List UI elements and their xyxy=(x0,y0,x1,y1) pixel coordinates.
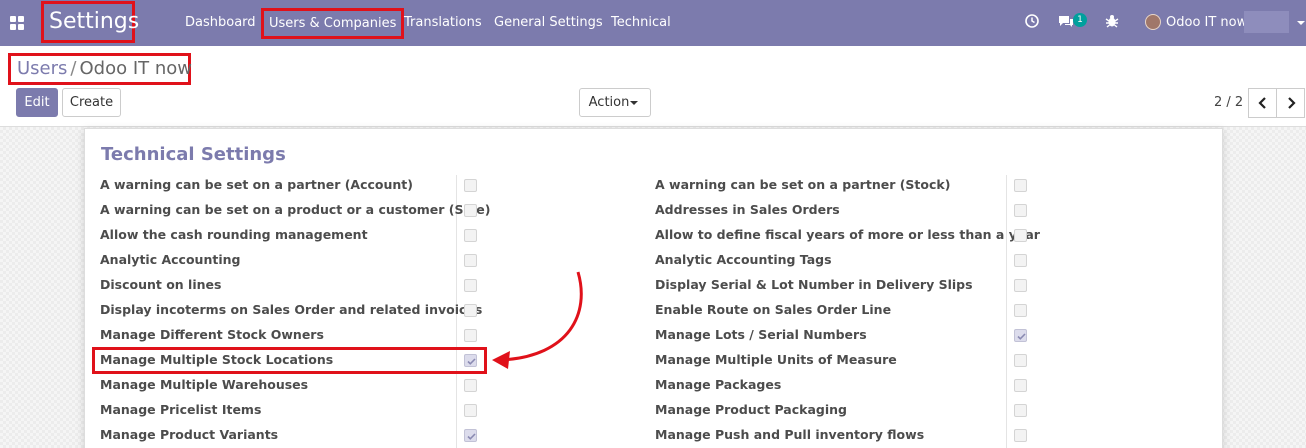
app-brand[interactable]: Settings xyxy=(41,1,139,43)
setting-checkbox[interactable] xyxy=(464,304,477,317)
menu-translations[interactable]: Translations xyxy=(404,0,482,46)
setting-checkbox[interactable] xyxy=(1014,254,1027,267)
setting-checkbox[interactable] xyxy=(1014,404,1027,417)
edit-button[interactable]: Edit xyxy=(16,88,58,117)
setting-checkbox[interactable] xyxy=(464,279,477,292)
setting-label: Manage Lots / Serial Numbers xyxy=(655,327,867,342)
bug-icon[interactable] xyxy=(1104,13,1124,33)
annotation-arrow xyxy=(492,271,583,369)
setting-label: A warning can be set on a partner (Stock… xyxy=(655,177,951,192)
setting-checkbox[interactable] xyxy=(1014,429,1027,442)
setting-label: Manage Multiple Warehouses xyxy=(100,377,309,392)
menu-technical[interactable]: Technical xyxy=(611,0,671,46)
setting-label: Manage Different Stock Owners xyxy=(100,327,324,342)
setting-label: Manage Product Variants xyxy=(100,427,279,442)
checkmark-icon xyxy=(467,433,476,440)
setting-label: Allow to define fiscal years of more or … xyxy=(655,227,1040,242)
apps-grid-icon[interactable] xyxy=(10,16,24,30)
setting-label: Display incoterms on Sales Order and rel… xyxy=(100,302,483,317)
setting-label: Manage Multiple Units of Measure xyxy=(655,352,897,367)
setting-checkbox[interactable] xyxy=(464,229,477,242)
user-menu-name[interactable]: Odoo IT now xyxy=(1166,0,1247,45)
setting-label: Allow the cash rounding management xyxy=(100,227,368,242)
column-divider xyxy=(1006,175,1007,448)
pager-next-button[interactable] xyxy=(1276,88,1305,118)
highlight-box xyxy=(92,347,487,374)
setting-label: Enable Route on Sales Order Line xyxy=(655,302,892,317)
setting-label: Manage Product Packaging xyxy=(655,402,847,417)
setting-checkbox[interactable] xyxy=(1014,329,1027,342)
chevron-right-icon xyxy=(1288,97,1296,109)
setting-checkbox[interactable] xyxy=(464,429,477,442)
chevron-down-icon[interactable] xyxy=(1297,21,1305,25)
section-title: Technical Settings xyxy=(101,144,286,165)
setting-checkbox[interactable] xyxy=(1014,304,1027,317)
setting-label: Manage Pricelist Items xyxy=(100,402,262,417)
user-name-redacted xyxy=(1244,11,1289,33)
clock-icon[interactable] xyxy=(1024,13,1044,33)
setting-label: Display Serial & Lot Number in Delivery … xyxy=(655,277,973,292)
action-label: Action xyxy=(588,95,630,110)
setting-label: A warning can be set on a product or a c… xyxy=(100,202,491,217)
setting-label: Analytic Accounting xyxy=(100,252,241,267)
menu-dashboard[interactable]: Dashboard xyxy=(185,0,256,46)
caret-down-icon xyxy=(630,101,638,105)
setting-checkbox[interactable] xyxy=(464,204,477,217)
create-button[interactable]: Create xyxy=(62,88,121,117)
setting-checkbox[interactable] xyxy=(464,179,477,192)
setting-checkbox[interactable] xyxy=(1014,204,1027,217)
setting-label: Analytic Accounting Tags xyxy=(655,252,832,267)
avatar[interactable] xyxy=(1145,14,1161,30)
checkmark-icon xyxy=(1017,333,1026,340)
action-dropdown[interactable]: Action xyxy=(579,88,651,117)
setting-label: Addresses in Sales Orders xyxy=(655,202,840,217)
breadcrumb-current: Odoo IT now xyxy=(79,58,192,79)
breadcrumb: Users / Odoo IT now xyxy=(8,53,192,85)
setting-checkbox[interactable] xyxy=(1014,179,1027,192)
setting-label: Manage Packages xyxy=(655,377,782,392)
pager-previous-button[interactable] xyxy=(1248,88,1277,118)
setting-checkbox[interactable] xyxy=(1014,379,1027,392)
pager-value[interactable]: 2 / 2 xyxy=(1214,88,1243,118)
setting-checkbox[interactable] xyxy=(1014,279,1027,292)
setting-checkbox[interactable] xyxy=(464,254,477,267)
menu-users-companies[interactable]: Users & Companies xyxy=(261,8,405,39)
setting-label: Discount on lines xyxy=(100,277,222,292)
breadcrumb-separator: / xyxy=(70,58,77,79)
setting-checkbox[interactable] xyxy=(464,379,477,392)
setting-checkbox[interactable] xyxy=(1014,229,1027,242)
menu-general-settings[interactable]: General Settings xyxy=(494,0,603,46)
setting-checkbox[interactable] xyxy=(464,329,477,342)
setting-checkbox[interactable] xyxy=(1014,354,1027,367)
top-navbar: Settings Dashboard Users & Companies Tra… xyxy=(0,0,1306,46)
setting-label: Manage Push and Pull inventory flows xyxy=(655,427,925,442)
breadcrumb-users-link[interactable]: Users xyxy=(17,58,67,79)
chevron-left-icon xyxy=(1258,97,1266,109)
setting-label: A warning can be set on a partner (Accou… xyxy=(100,177,413,192)
messages-badge: 1 xyxy=(1073,13,1087,27)
setting-checkbox[interactable] xyxy=(464,404,477,417)
